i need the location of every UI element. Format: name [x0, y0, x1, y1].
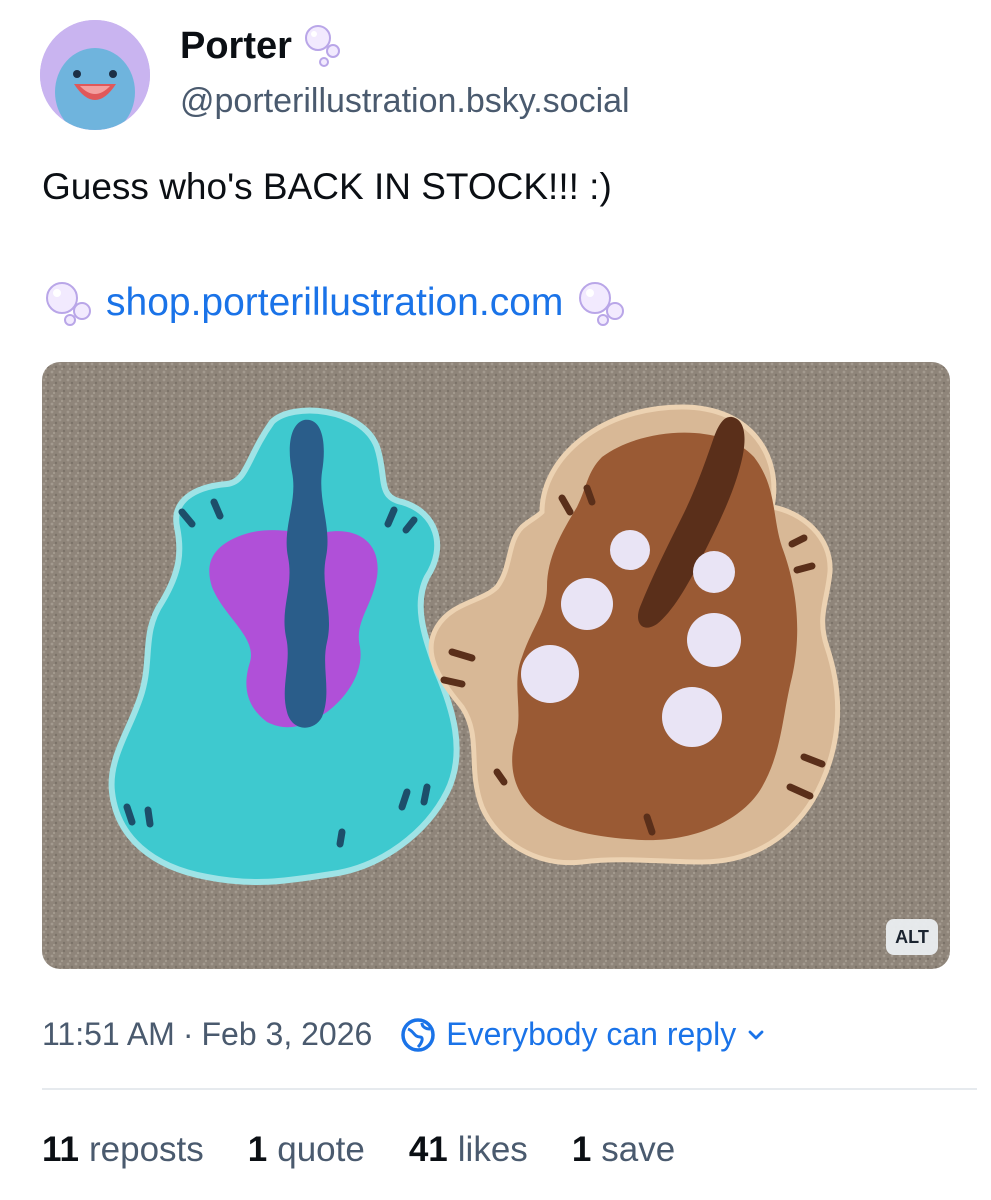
quotes-stat[interactable]: 1 quote: [248, 1130, 365, 1170]
bubbles-icon: [46, 282, 91, 326]
likes-stat[interactable]: 41 likes: [409, 1130, 528, 1170]
bubbles-icon: [579, 282, 625, 326]
divider: [42, 1088, 977, 1090]
reposts-stat[interactable]: 11 reposts: [42, 1130, 204, 1170]
saves-stat[interactable]: 1 save: [572, 1130, 675, 1170]
meta-separator: ·: [182, 1016, 194, 1052]
likes-label: likes: [457, 1130, 528, 1169]
reply-setting-button[interactable]: Everybody can reply: [400, 1016, 766, 1053]
post-date: Feb 3, 2026: [201, 1016, 373, 1052]
avatar-image: [40, 20, 150, 130]
quotes-label: quote: [277, 1130, 365, 1169]
likes-count: 41: [408, 1130, 448, 1169]
post-stats: 11 reposts 1 quote 41 likes 1 save: [42, 1130, 675, 1170]
globe-icon: [401, 1017, 436, 1052]
author-name-text: Porter: [180, 24, 292, 67]
quotes-count: 1: [247, 1130, 268, 1169]
author-display-name[interactable]: Porter: [180, 24, 342, 68]
alt-text-button[interactable]: ALT: [886, 919, 938, 955]
saves-count: 1: [571, 1130, 592, 1169]
post-link-line: shop.porterillustration.com: [42, 280, 627, 326]
bubbles-icon: [304, 25, 340, 67]
post-text: Guess who's BACK IN STOCK!!! :): [42, 166, 612, 207]
reply-setting-label: Everybody can reply: [446, 1016, 737, 1052]
shop-link[interactable]: shop.porterillustration.com: [106, 281, 563, 325]
rugs-photo: [42, 362, 950, 969]
post-meta: 11:51 AM · Feb 3, 2026 Everybody can rep…: [42, 1016, 766, 1053]
post-image[interactable]: ALT: [42, 362, 950, 969]
author-handle[interactable]: @porterillustration.bsky.social: [180, 82, 630, 121]
reposts-count: 11: [42, 1130, 79, 1169]
saves-label: save: [601, 1130, 676, 1169]
reposts-label: reposts: [89, 1130, 204, 1169]
chevron-down-icon: [748, 1030, 764, 1039]
post-time: 11:51 AM: [42, 1016, 175, 1052]
avatar[interactable]: [40, 20, 150, 130]
